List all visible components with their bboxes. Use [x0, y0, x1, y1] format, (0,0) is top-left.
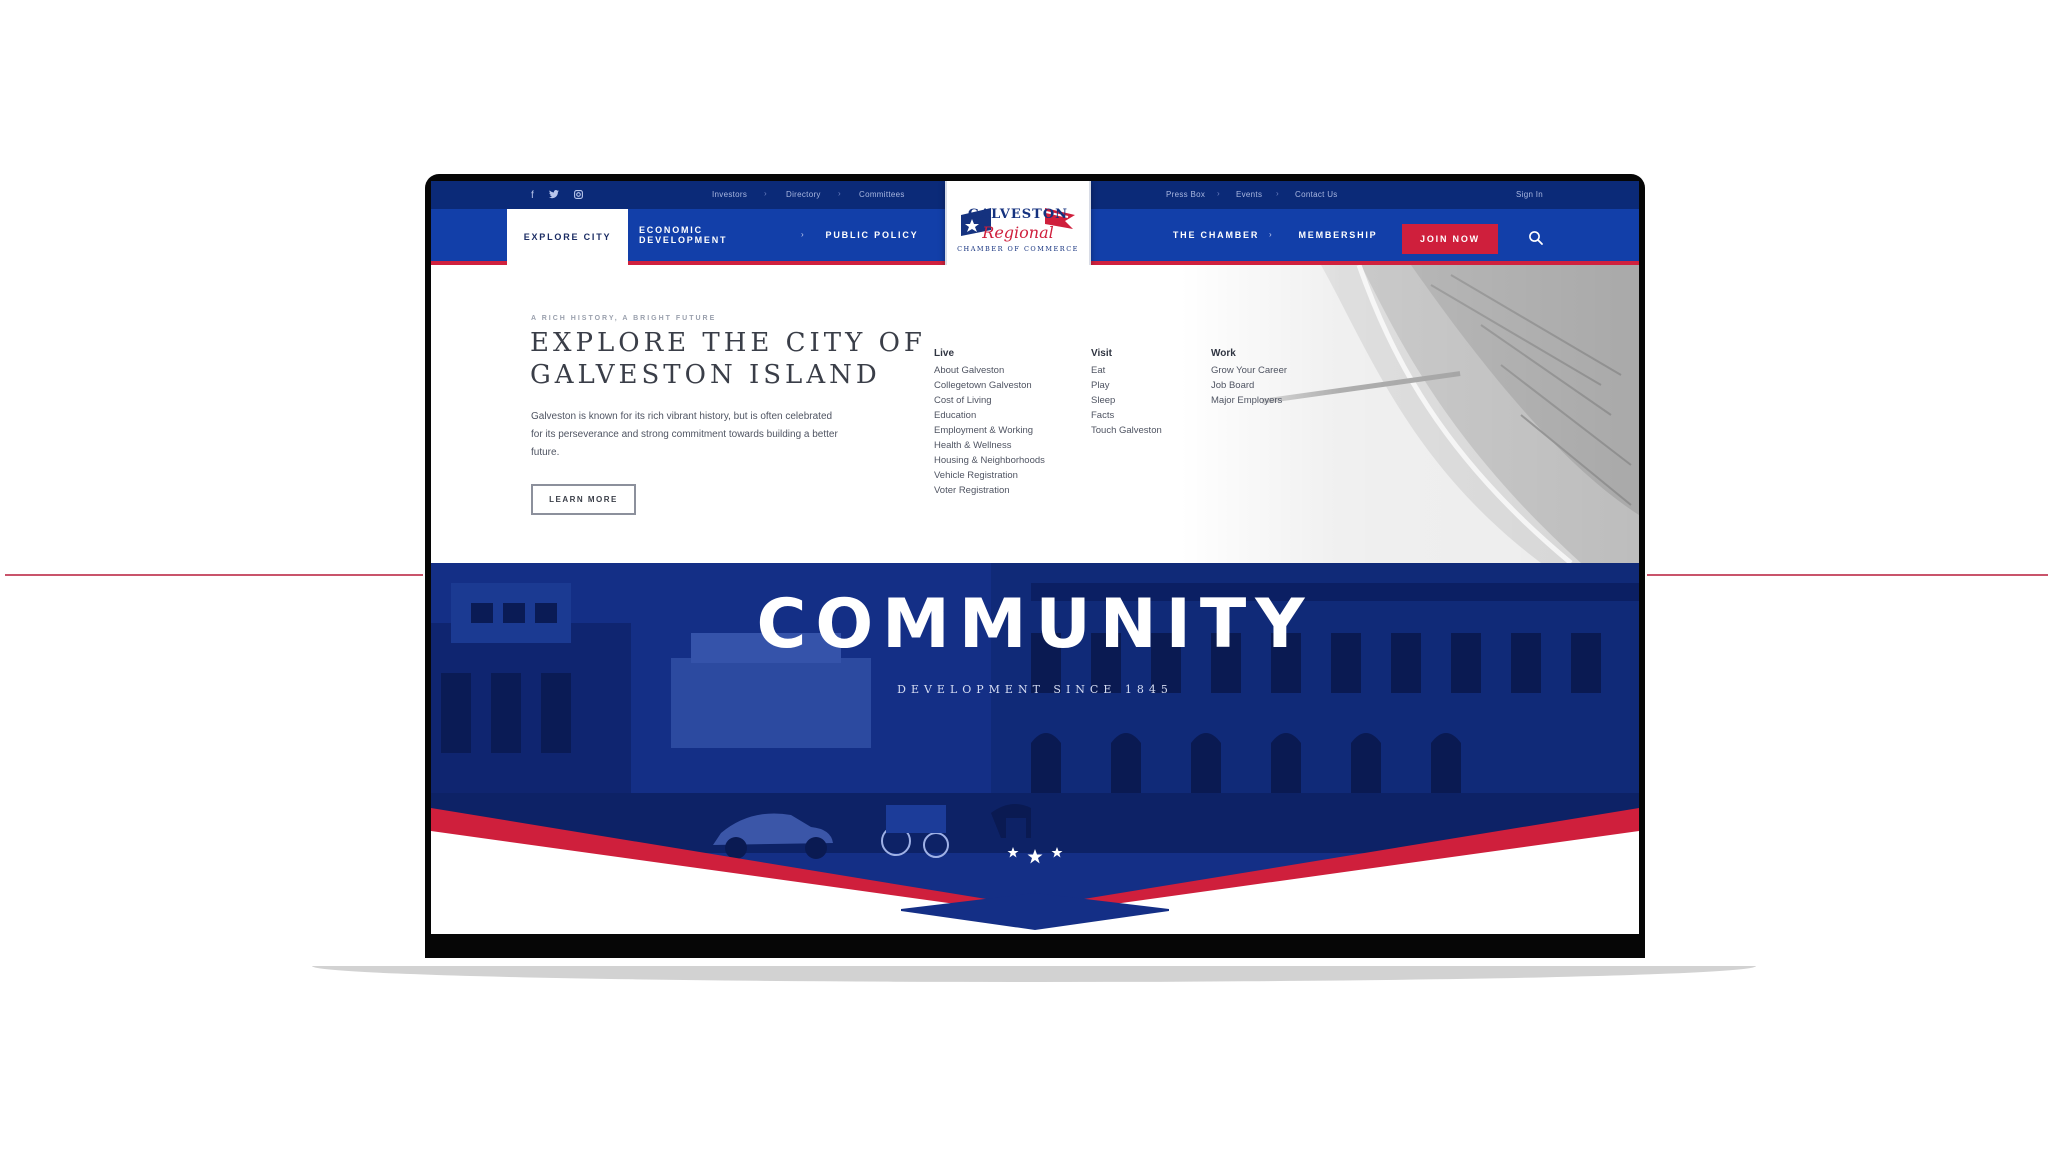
top-link-directory[interactable]: Directory: [786, 190, 821, 199]
join-now-button[interactable]: JOIN NOW: [1402, 224, 1498, 254]
menu-link[interactable]: Employment & Working: [934, 423, 1045, 438]
menu-link[interactable]: Voter Registration: [934, 483, 1045, 498]
instagram-icon[interactable]: [573, 190, 583, 202]
menu-column-work: Work Grow Your Career Job Board Major Em…: [1211, 348, 1287, 408]
logo-line-3: CHAMBER OF COMMERCE: [957, 245, 1079, 253]
menu-description: Galveston is known for its rich vibrant …: [531, 408, 841, 462]
hero-title: COMMUNITY: [756, 585, 1314, 664]
explore-city-menu: A RICH HISTORY, A BRIGHT FUTURE EXPLORE …: [431, 265, 1639, 563]
menu-link[interactable]: Health & Wellness: [934, 438, 1045, 453]
social-links: f: [531, 190, 583, 202]
decorative-line-right: [1647, 574, 2048, 576]
menu-column-visit: Visit Eat Play Sleep Facts Touch Galvest…: [1091, 348, 1162, 438]
top-link-separator: ›: [1217, 189, 1220, 198]
menu-link[interactable]: Major Employers: [1211, 393, 1287, 408]
top-link-press-box[interactable]: Press Box: [1166, 190, 1205, 199]
menu-link[interactable]: Facts: [1091, 408, 1162, 423]
menu-description-line-1: Galveston is known for its rich vibrant …: [531, 411, 833, 422]
top-link-investors[interactable]: Investors: [712, 190, 747, 199]
chamber-logo[interactable]: GALVESTON Regional CHAMBER OF COMMERCE: [945, 181, 1091, 267]
menu-description-line-2: for its perseverance and strong commitme…: [531, 429, 838, 440]
menu-headline-line-2: GALVESTON ISLAND: [530, 360, 881, 390]
nav-separator: ›: [801, 230, 804, 239]
menu-link[interactable]: Vehicle Registration: [934, 468, 1045, 483]
menu-link[interactable]: Collegetown Galveston: [934, 378, 1045, 393]
menu-description-line-3: future.: [531, 447, 560, 458]
menu-link[interactable]: About Galveston: [934, 363, 1045, 378]
top-link-separator: ›: [764, 189, 767, 198]
hero-subtitle: DEVELOPMENT SINCE 1845: [897, 683, 1173, 696]
nav-membership[interactable]: MEMBERSHIP: [1293, 209, 1383, 261]
menu-link[interactable]: Play: [1091, 378, 1162, 393]
nav-public-policy[interactable]: PUBLIC POLICY: [822, 209, 922, 261]
decorative-line-left: [5, 574, 423, 576]
menu-headline: EXPLORE THE CITY OF GALVESTON ISLAND: [530, 327, 950, 391]
menu-kicker: A RICH HISTORY, A BRIGHT FUTURE: [531, 315, 717, 322]
top-link-separator: ›: [1276, 189, 1279, 198]
facebook-icon[interactable]: f: [531, 190, 534, 202]
menu-link[interactable]: Sleep: [1091, 393, 1162, 408]
menu-link[interactable]: Grow Your Career: [1211, 363, 1287, 378]
top-link-committees[interactable]: Committees: [859, 190, 905, 199]
menu-column-heading: Live: [934, 348, 955, 359]
menu-link[interactable]: Cost of Living: [934, 393, 1045, 408]
website-screen: f Investors › Directory › Committees Pre…: [431, 181, 1639, 934]
menu-column-heading: Work: [1211, 348, 1236, 359]
menu-column-heading: Visit: [1091, 348, 1112, 359]
nav-explore-city[interactable]: EXPLORE CITY: [507, 209, 628, 265]
logo-line-1: GALVESTON: [967, 207, 1069, 222]
menu-column-live: Live About Galveston Collegetown Galvest…: [934, 348, 1045, 498]
sign-in-link[interactable]: Sign In: [1516, 190, 1543, 199]
search-icon[interactable]: [1528, 230, 1544, 246]
learn-more-button[interactable]: LEARN MORE: [531, 484, 636, 515]
aerial-city-image: [1181, 265, 1639, 563]
twitter-icon[interactable]: [548, 190, 559, 202]
menu-link[interactable]: Education: [934, 408, 1045, 423]
menu-link[interactable]: Job Board: [1211, 378, 1287, 393]
nav-separator: ›: [1269, 230, 1272, 239]
menu-link[interactable]: Eat: [1091, 363, 1162, 378]
top-link-events[interactable]: Events: [1236, 190, 1262, 199]
nav-economic-development[interactable]: ECONOMIC DEVELOPMENT: [639, 209, 779, 261]
menu-link[interactable]: Housing & Neighborhoods: [934, 453, 1045, 468]
menu-headline-line-1: EXPLORE THE CITY OF: [530, 328, 926, 358]
laptop-base-shadow: [312, 966, 1756, 982]
menu-link[interactable]: Touch Galveston: [1091, 423, 1162, 438]
top-link-separator: ›: [838, 189, 841, 198]
top-link-contact-us[interactable]: Contact Us: [1295, 190, 1338, 199]
nav-the-chamber[interactable]: THE CHAMBER: [1161, 209, 1271, 261]
logo-line-2: Regional: [982, 223, 1054, 242]
star-icon: [1007, 847, 1063, 864]
community-hero: COMMUNITY DEVELOPMENT SINCE 1845: [431, 563, 1639, 934]
